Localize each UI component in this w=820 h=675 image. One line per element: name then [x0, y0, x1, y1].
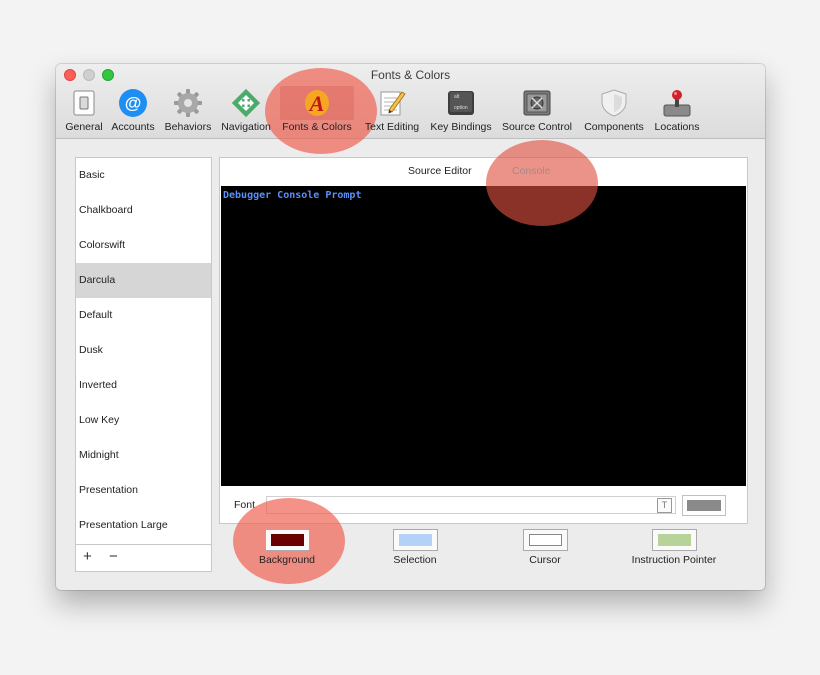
selection-label: Selection	[393, 554, 437, 566]
vault-icon	[523, 90, 551, 116]
theme-item-dusk[interactable]: Dusk	[76, 333, 211, 368]
toolbar-item-key-bindings[interactable]: option alt Key Bindings	[427, 86, 495, 136]
toolbar-item-fonts-colors[interactable]: A Fonts & Colors	[278, 86, 356, 136]
toolbar-label-navigation: Navigation	[221, 121, 271, 133]
notepad-pencil-icon	[380, 91, 406, 116]
instruction-pointer-color-well[interactable]	[652, 529, 697, 551]
toolbar-item-accounts[interactable]: @ Accounts	[108, 86, 158, 136]
svg-text:alt: alt	[454, 94, 460, 100]
selection-swatch	[399, 534, 432, 546]
theme-item-basic[interactable]: Basic	[76, 158, 211, 193]
console-tab-highlight	[486, 140, 598, 226]
selection-color-well[interactable]	[393, 529, 438, 551]
preferences-window: Fonts & Colors General @ Accounts Behavi…	[56, 64, 765, 590]
instruction-pointer-swatch	[658, 534, 691, 546]
theme-item-inverted[interactable]: Inverted	[76, 368, 211, 403]
theme-item-presentation[interactable]: Presentation	[76, 473, 211, 508]
title-bar: Fonts & Colors General @ Accounts Behavi…	[56, 64, 765, 154]
cursor-swatch	[529, 534, 562, 546]
toolbar-label-locations: Locations	[654, 121, 700, 133]
instruction-pointer-label: Instruction Pointer	[631, 554, 717, 566]
font-a-icon: A	[305, 90, 329, 116]
remove-theme-button[interactable]: −	[109, 548, 118, 565]
theme-item-default[interactable]: Default	[76, 298, 211, 333]
theme-item-low-key[interactable]: Low Key	[76, 403, 211, 438]
theme-list: Basic Chalkboard Colorswift Darcula Defa…	[75, 157, 212, 572]
background-color-well[interactable]	[265, 529, 310, 551]
option-key-icon: option alt	[448, 91, 474, 115]
cursor-label: Cursor	[529, 554, 561, 566]
toolbar-item-text-editing[interactable]: Text Editing	[360, 86, 424, 136]
console-prompt-text: Debugger Console Prompt	[223, 190, 362, 201]
console-preview: Debugger Console Prompt	[221, 186, 746, 486]
toolbar-item-components[interactable]: Components	[580, 86, 648, 136]
toolbar-label-general: General	[65, 121, 103, 133]
toolbar-label-components: Components	[584, 121, 644, 133]
background-label: Background	[258, 554, 316, 566]
toolbar-label-behaviors: Behaviors	[164, 121, 212, 133]
theme-item-chalkboard[interactable]: Chalkboard	[76, 193, 211, 228]
cursor-color-well[interactable]	[523, 529, 568, 551]
window-title: Fonts & Colors	[370, 68, 451, 82]
font-color-well[interactable]	[682, 495, 726, 516]
toolbar-item-behaviors[interactable]: Behaviors	[162, 86, 214, 136]
background-swatch	[271, 534, 304, 546]
add-theme-button[interactable]: +	[83, 548, 92, 565]
toolbar-item-general[interactable]: General	[61, 86, 107, 136]
crosshair-arrows-icon	[231, 88, 261, 118]
editor-panel: Source Editor Debugger Console Prompt Co…	[219, 140, 748, 524]
theme-item-colorswift[interactable]: Colorswift	[76, 228, 211, 263]
toolbar-item-locations[interactable]: Locations	[650, 86, 704, 136]
toolbar-label-source-control: Source Control	[501, 121, 573, 133]
shield-icon	[601, 89, 627, 117]
font-picker-icon[interactable]: T	[657, 498, 672, 513]
toolbar-label-text-editing: Text Editing	[364, 121, 420, 133]
toolbar-label-accounts: Accounts	[111, 121, 155, 133]
theme-item-presentation-large[interactable]: Presentation Large	[76, 508, 211, 543]
svg-text:@: @	[125, 94, 142, 113]
toolbar-label-key-bindings: Key Bindings	[430, 121, 492, 133]
gear-icon	[174, 89, 202, 117]
general-switch-icon	[73, 90, 95, 116]
tab-console[interactable]: Console	[512, 165, 551, 177]
toolbar-label-fonts-colors: Fonts & Colors	[282, 121, 352, 133]
toolbar-item-navigation[interactable]: Navigation	[218, 86, 274, 136]
at-sign-icon: @	[119, 89, 147, 117]
theme-item-darcula[interactable]: Darcula	[76, 263, 211, 298]
toolbar-item-source-control[interactable]: Source Control	[498, 86, 576, 136]
theme-list-footer: + −	[76, 544, 211, 572]
svg-text:A: A	[308, 91, 325, 116]
theme-item-midnight[interactable]: Midnight	[76, 438, 211, 473]
font-color-swatch	[687, 500, 721, 511]
tab-source-editor[interactable]: Source Editor	[408, 165, 472, 177]
joystick-icon	[663, 90, 691, 117]
svg-text:option: option	[454, 105, 468, 111]
